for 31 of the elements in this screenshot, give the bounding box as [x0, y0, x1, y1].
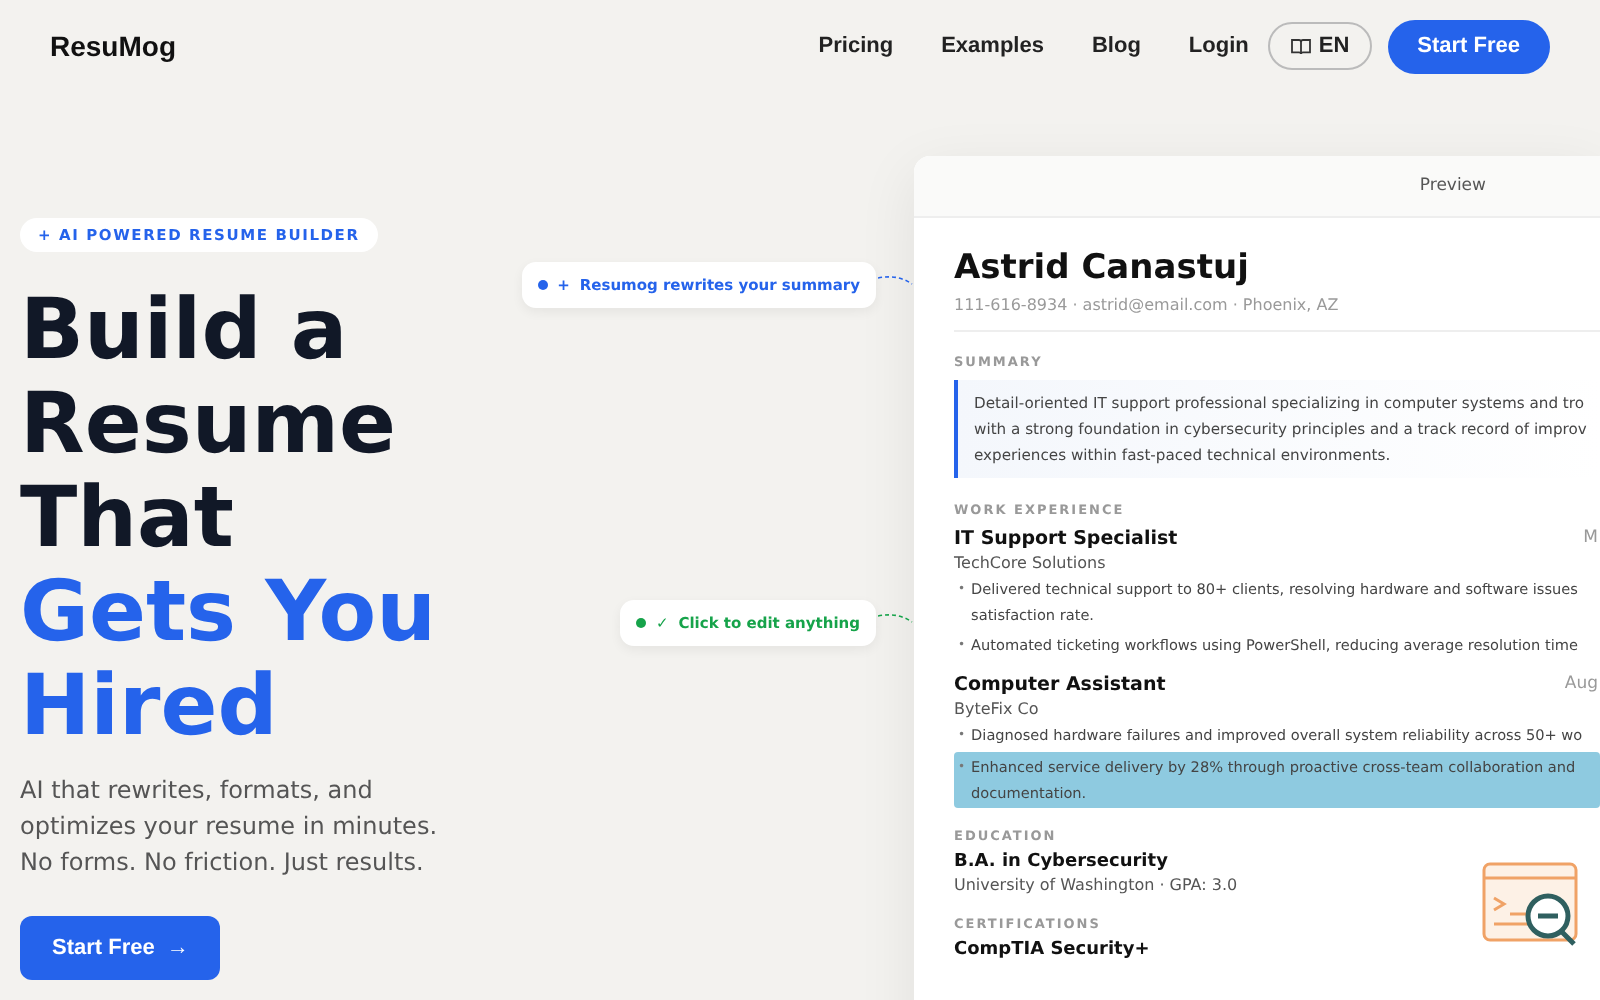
- job-date: M: [1583, 528, 1598, 550]
- job-title: Computer Assistant: [954, 674, 1166, 696]
- company-name: ByteFix Co: [954, 700, 1041, 718]
- window-search-icon: [1482, 862, 1582, 950]
- certification-title: CompTIA Security+: [954, 940, 1152, 960]
- start-free-button[interactable]: Start Free →: [20, 916, 221, 980]
- headline-line: Build a: [20, 282, 350, 376]
- connector-line: [878, 274, 914, 286]
- company-name: TechCore Solutions: [954, 554, 1108, 572]
- nav-link[interactable]: Blog: [1091, 34, 1141, 58]
- book-icon: [1290, 37, 1313, 55]
- language-button[interactable]: EN: [1268, 22, 1372, 70]
- preview-tab[interactable]: Preview: [1419, 176, 1486, 196]
- summary-block[interactable]: [954, 380, 1600, 478]
- degree-title: B.A. in Cybersecurity: [954, 852, 1170, 872]
- job-date: Aug: [1564, 674, 1598, 696]
- hero-subtitle: AI that rewrites, formats, and optimizes your resume in minutes. No forms. No friction. Just results.: [20, 774, 440, 880]
- nav-link[interactable]: Examples: [941, 34, 1044, 58]
- nav-link[interactable]: Pricing: [818, 34, 894, 58]
- headline-line: Gets You: [20, 564, 436, 658]
- resume-name: Astrid Canastuj: [954, 248, 1251, 288]
- logo[interactable]: ResuMog: [50, 30, 176, 62]
- connector-line: [878, 612, 914, 624]
- job-title: IT Support Specialist: [954, 528, 1178, 550]
- contact-line: 111-616-8934 · astrid@email.com · Phoenix, AZ: [954, 296, 1600, 332]
- headline-line: Resume: [20, 376, 398, 470]
- start-free-button[interactable]: Start Free: [1387, 19, 1550, 73]
- school-line: University of Washington · GPA: 3.0: [954, 876, 1240, 894]
- headline-line: Hired: [20, 658, 280, 752]
- nav-link[interactable]: Login: [1188, 34, 1249, 58]
- headline-line: That: [20, 470, 236, 564]
